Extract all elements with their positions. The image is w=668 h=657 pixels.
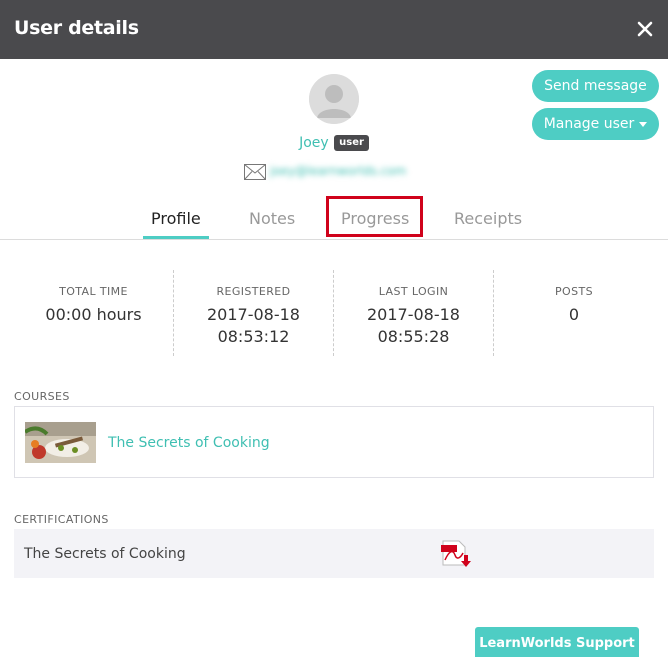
stat-label: LAST LOGIN [378,285,449,298]
stat-value: 00:00 hours [45,305,142,324]
stat-label: REGISTERED [216,285,291,298]
stat-label: POSTS [555,285,593,298]
course-thumbnail[interactable] [25,422,96,463]
stat-value: 2017-08-18 08:53:12 [174,304,333,348]
tab-notes[interactable]: Notes [249,209,295,228]
stat-value-date: 2017-08-18 [367,305,460,324]
pdf-download-icon[interactable] [441,539,473,569]
stat-label: TOTAL TIME [59,285,128,298]
modal-title: User details [14,17,139,39]
close-button[interactable] [634,16,656,42]
certifications-section-label: CERTIFICATIONS [14,513,109,526]
course-link[interactable]: The Secrets of Cooking [108,435,270,451]
course-thumbnail-image [25,422,96,463]
active-tab-indicator [143,236,209,239]
list-item: The Secrets of Cooking [14,529,654,578]
email-address[interactable]: joey@learnworlds.com [270,164,406,178]
stat-value-time: 08:53:12 [217,327,290,346]
stat-posts: POSTS 0 [494,270,654,356]
stat-value-time: 08:55:28 [377,327,450,346]
send-message-button[interactable]: Send message [532,70,659,102]
send-message-label: Send message [544,78,647,94]
tab-receipts[interactable]: Receipts [454,209,522,228]
stat-registered: REGISTERED 2017-08-18 08:53:12 [174,270,334,356]
role-badge: user [334,135,369,151]
support-button[interactable]: LearnWorlds Support [475,627,639,657]
manage-user-button[interactable]: Manage user [532,108,659,140]
manage-user-label: Manage user [543,116,635,132]
caret-down-icon [639,121,648,127]
tab-profile[interactable]: Profile [151,209,201,228]
close-icon [637,21,653,37]
mail-icon [244,164,266,180]
stat-value: 2017-08-18 08:55:28 [334,304,493,348]
modal-header: User details [0,0,668,59]
stat-total-time: TOTAL TIME 00:00 hours [14,270,174,356]
stat-value-date: 2017-08-18 [207,305,300,324]
username: Joey [299,135,329,151]
avatar [309,74,359,124]
stat-last-login: LAST LOGIN 2017-08-18 08:55:28 [334,270,494,356]
avatar-placeholder-icon [309,74,359,124]
stat-value: 0 [568,305,580,324]
list-item: The Secrets of Cooking [14,406,654,478]
courses-section-label: COURSES [14,390,70,403]
certification-title: The Secrets of Cooking [24,546,186,562]
progress-tab-highlight [326,196,423,237]
user-stats: TOTAL TIME 00:00 hours REGISTERED 2017-0… [14,270,654,356]
